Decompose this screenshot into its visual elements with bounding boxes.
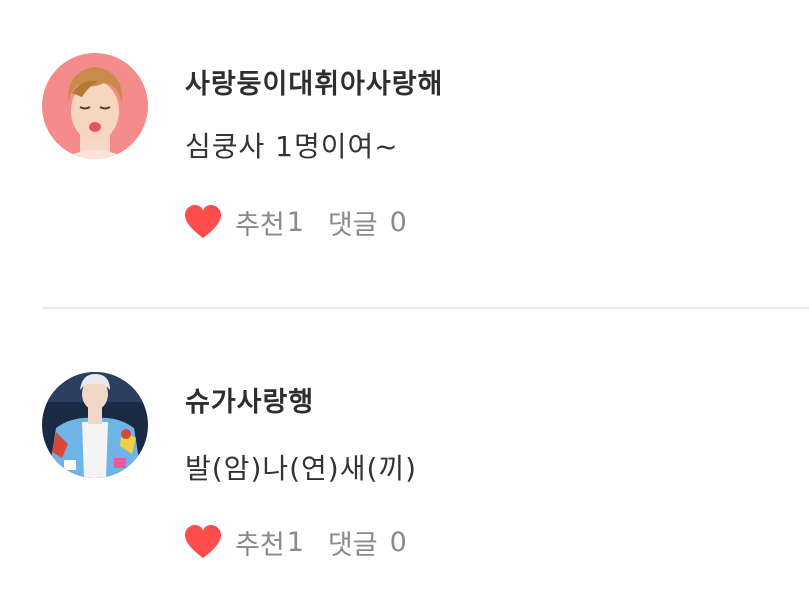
comment-divider bbox=[42, 307, 809, 309]
comment-item: 사랑둥이대휘아사랑해 심쿵사 1명이여~ 추천 1 댓글 0 bbox=[0, 0, 809, 280]
reply-button-label[interactable]: 댓글 bbox=[328, 523, 378, 562]
reply-button-label[interactable]: 댓글 bbox=[328, 203, 378, 242]
avatar[interactable] bbox=[42, 53, 148, 159]
comment-text: 심쿵사 1명이여~ bbox=[185, 130, 399, 163]
comment-item: 슈가사랑행 발(암)나(연)새(끼) 추천 1 댓글 0 bbox=[0, 320, 809, 600]
like-count: 1 bbox=[286, 206, 304, 238]
heart-icon[interactable] bbox=[183, 204, 223, 240]
comment-meta: 추천 1 댓글 0 bbox=[183, 202, 407, 242]
comment-text: 발(암)나(연)새(끼) bbox=[185, 452, 418, 485]
avatar-image bbox=[42, 53, 148, 159]
comment-author[interactable]: 사랑둥이대휘아사랑해 bbox=[185, 62, 443, 101]
comment-author[interactable]: 슈가사랑행 bbox=[185, 380, 314, 419]
avatar-image bbox=[42, 372, 148, 478]
comment-meta: 추천 1 댓글 0 bbox=[183, 522, 407, 562]
reply-count: 0 bbox=[389, 206, 407, 238]
heart-icon[interactable] bbox=[183, 524, 223, 560]
like-button-label[interactable]: 추천 bbox=[235, 523, 285, 562]
avatar[interactable] bbox=[42, 372, 148, 478]
like-count: 1 bbox=[286, 526, 304, 558]
like-button-label[interactable]: 추천 bbox=[235, 203, 285, 242]
reply-count: 0 bbox=[389, 526, 407, 558]
